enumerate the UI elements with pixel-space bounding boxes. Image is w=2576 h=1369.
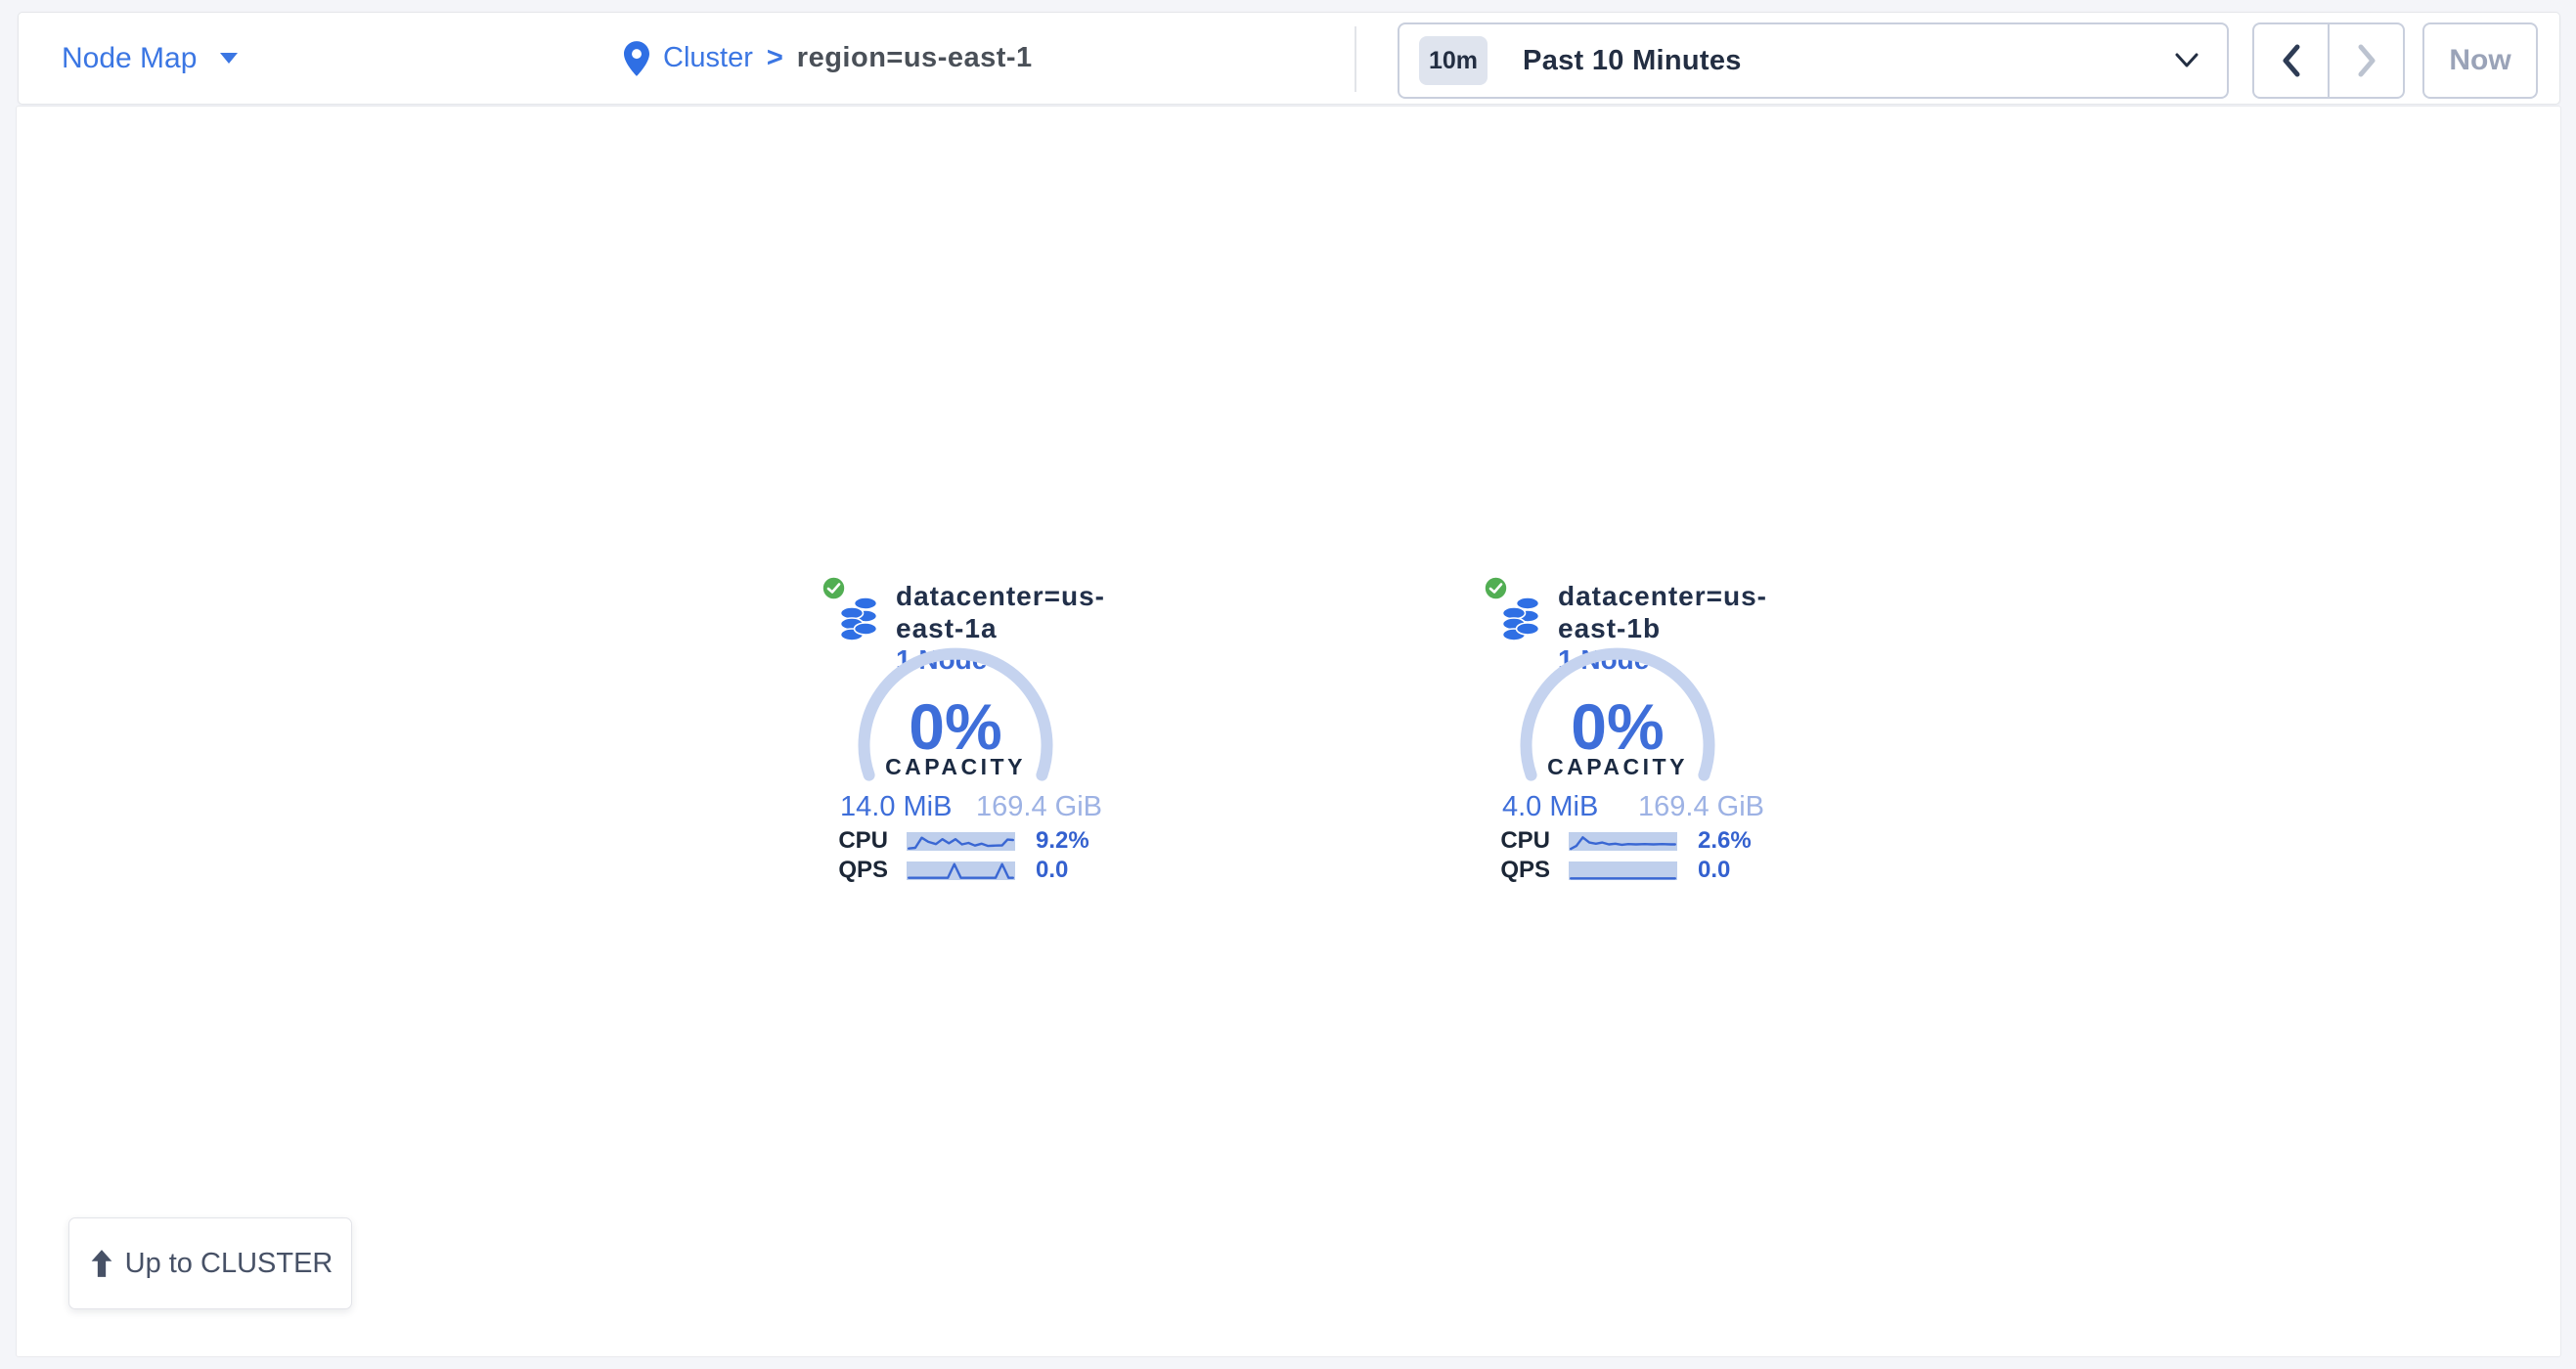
cpu-value: 9.2% (1036, 827, 1089, 855)
qps-value: 0.0 (1036, 857, 1068, 884)
now-button-label: Now (2449, 44, 2510, 77)
breadcrumb-current: region=us-east-1 (797, 42, 1033, 74)
datacenter-card[interactable]: datacenter=us-east-1b 1 Node 0% CAPACITY… (1483, 572, 1815, 905)
time-nav-group (2252, 22, 2405, 99)
qps-metric-row: QPS 0.0 (1483, 860, 1730, 881)
capacity-used: 4.0 MiB (1502, 791, 1598, 823)
chevron-left-icon (2277, 41, 2306, 80)
time-next-button[interactable] (2328, 24, 2403, 97)
breadcrumb-separator: > (767, 42, 783, 74)
qps-sparkline (1569, 861, 1677, 880)
breadcrumb-cluster-link[interactable]: Cluster (663, 42, 753, 74)
cpu-sparkline (907, 832, 1015, 851)
capacity-values: 14.0 MiB 169.4 GiB (840, 791, 1102, 823)
cpu-label: CPU (1483, 827, 1550, 855)
header-bar: Node Map Cluster > region=us-east-1 10m … (18, 12, 2560, 105)
time-prev-button[interactable] (2254, 24, 2328, 97)
capacity-percent: 0% (856, 689, 1055, 764)
database-stack-icon (1501, 596, 1540, 641)
cpu-sparkline (1569, 832, 1677, 851)
select-chevron-icon (2174, 52, 2199, 69)
location-pin-icon (624, 41, 649, 76)
node-map-canvas: datacenter=us-east-1a 1 Node 0% CAPACITY… (16, 106, 2561, 1357)
capacity-used: 14.0 MiB (840, 791, 952, 823)
up-to-cluster-label: Up to CLUSTER (125, 1248, 333, 1280)
datacenter-title: datacenter=us-east-1b (1558, 580, 1815, 644)
qps-metric-row: QPS 0.0 (821, 860, 1068, 881)
capacity-total: 169.4 GiB (976, 791, 1102, 823)
time-range-select[interactable]: 10m Past 10 Minutes (1398, 22, 2229, 99)
chevron-right-icon (2352, 41, 2381, 80)
view-switcher-dropdown[interactable]: Node Map (62, 13, 240, 104)
datacenter-title: datacenter=us-east-1a (896, 580, 1153, 644)
up-to-cluster-button[interactable]: Up to CLUSTER (68, 1217, 352, 1309)
capacity-total: 169.4 GiB (1638, 791, 1764, 823)
cpu-metric-row: CPU 2.6% (1483, 830, 1752, 852)
header-divider (1355, 26, 1356, 92)
capacity-percent: 0% (1518, 689, 1717, 764)
qps-sparkline (907, 861, 1015, 880)
now-button[interactable]: Now (2422, 22, 2538, 99)
qps-label: QPS (821, 857, 888, 884)
cpu-label: CPU (821, 827, 888, 855)
database-stack-icon (839, 596, 878, 641)
chevron-down-icon (218, 51, 240, 66)
capacity-values: 4.0 MiB 169.4 GiB (1502, 791, 1764, 823)
time-range-label: Past 10 Minutes (1523, 45, 2174, 77)
datacenter-card[interactable]: datacenter=us-east-1a 1 Node 0% CAPACITY… (821, 572, 1153, 905)
qps-value: 0.0 (1698, 857, 1730, 884)
view-switcher-label: Node Map (62, 42, 197, 75)
capacity-label: CAPACITY (856, 754, 1055, 780)
time-range-badge: 10m (1419, 36, 1488, 85)
cpu-metric-row: CPU 9.2% (821, 830, 1089, 852)
breadcrumb: Cluster > region=us-east-1 (624, 13, 1033, 104)
qps-label: QPS (1483, 857, 1550, 884)
capacity-label: CAPACITY (1518, 754, 1717, 780)
arrow-up-icon (88, 1249, 115, 1278)
cpu-value: 2.6% (1698, 827, 1752, 855)
